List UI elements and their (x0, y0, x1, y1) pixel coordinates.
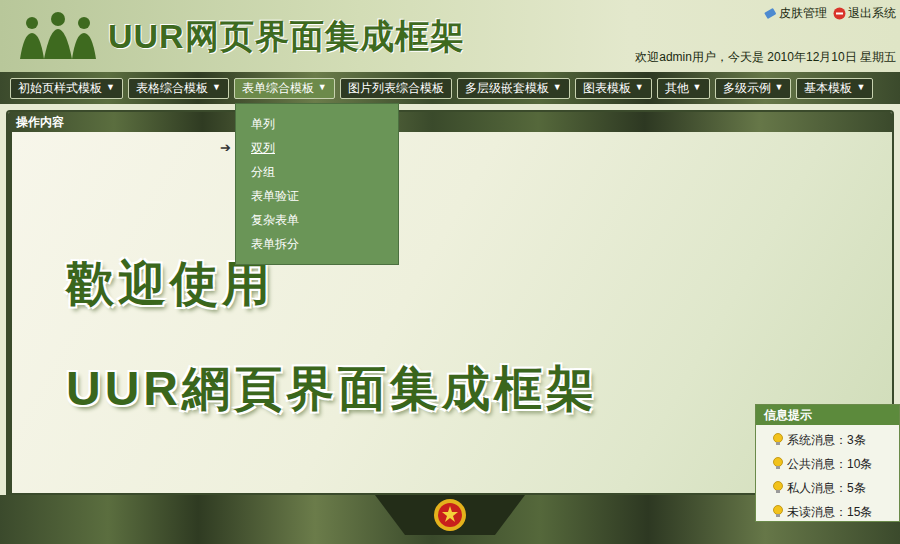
skin-icon (764, 7, 777, 20)
site-title: UUR网页界面集成框架 (108, 11, 465, 62)
panel-header: 操作内容 (8, 112, 892, 132)
exit-icon (833, 7, 846, 20)
info-item[interactable]: 私人消息：5条 (756, 476, 899, 500)
nav-bar: 初始页样式模板▼表格综合模板▼表单综合模板▼图片列表综合模板多层级嵌套模板▼图表… (0, 72, 900, 104)
dropdown-menu: 单列双列分组表单验证复杂表单表单拆分 (235, 103, 399, 265)
info-item[interactable]: 公共消息：10条 (756, 452, 899, 476)
info-title: 信息提示 (756, 405, 899, 425)
dropdown-item[interactable]: 表单验证 (236, 184, 398, 208)
nav-button[interactable]: 基本模板▼ (796, 78, 873, 99)
dropdown-item[interactable]: 分组 (236, 160, 398, 184)
header-link[interactable]: 皮肤管理 (764, 4, 827, 22)
bulb-icon (772, 481, 784, 495)
bulb-icon (772, 457, 784, 471)
nav-button[interactable]: 表单综合模板▼ (234, 78, 335, 99)
logo-icon (18, 11, 98, 61)
welcome-text: 欢迎admin用户，今天是 2010年12月10日 星期五 (635, 48, 896, 68)
dropdown-item[interactable]: 单列 (236, 112, 398, 136)
info-item[interactable]: 系统消息：3条 (756, 428, 899, 452)
nav-button[interactable]: 初始页样式模板▼ (10, 78, 123, 99)
info-item[interactable]: 未读消息：15条 (756, 500, 899, 524)
dropdown-item[interactable]: 复杂表单 (236, 208, 398, 232)
nav-button[interactable]: 图表模板▼ (575, 78, 652, 99)
info-box: 信息提示系统消息：3条公共消息：10条私人消息：5条未读消息：15条 (755, 404, 900, 522)
pointer-arrow: ➔ (220, 138, 231, 158)
dropdown-item[interactable]: 表单拆分 (236, 232, 398, 256)
nav-button[interactable]: 多层级嵌套模板▼ (457, 78, 570, 99)
bulb-icon (772, 505, 784, 519)
bulb-icon (772, 433, 784, 447)
app: UUR网页界面集成框架 皮肤管理退出系统欢迎admin用户，今天是 2010年12… (0, 0, 900, 544)
header: UUR网页界面集成框架 皮肤管理退出系统欢迎admin用户，今天是 2010年12… (0, 0, 900, 72)
welcome-line: 歡迎使用 (66, 258, 892, 311)
nav-button[interactable]: 表格综合模板▼ (128, 78, 229, 99)
nav-button[interactable]: 图片列表综合模板 (340, 78, 452, 99)
emblem-icon (433, 498, 467, 532)
dropdown-item[interactable]: 双列 (236, 136, 398, 160)
nav-button[interactable]: 其他▼ (657, 78, 710, 99)
header-link[interactable]: 退出系统 (833, 4, 896, 22)
nav-button[interactable]: 多级示例▼ (715, 78, 792, 99)
